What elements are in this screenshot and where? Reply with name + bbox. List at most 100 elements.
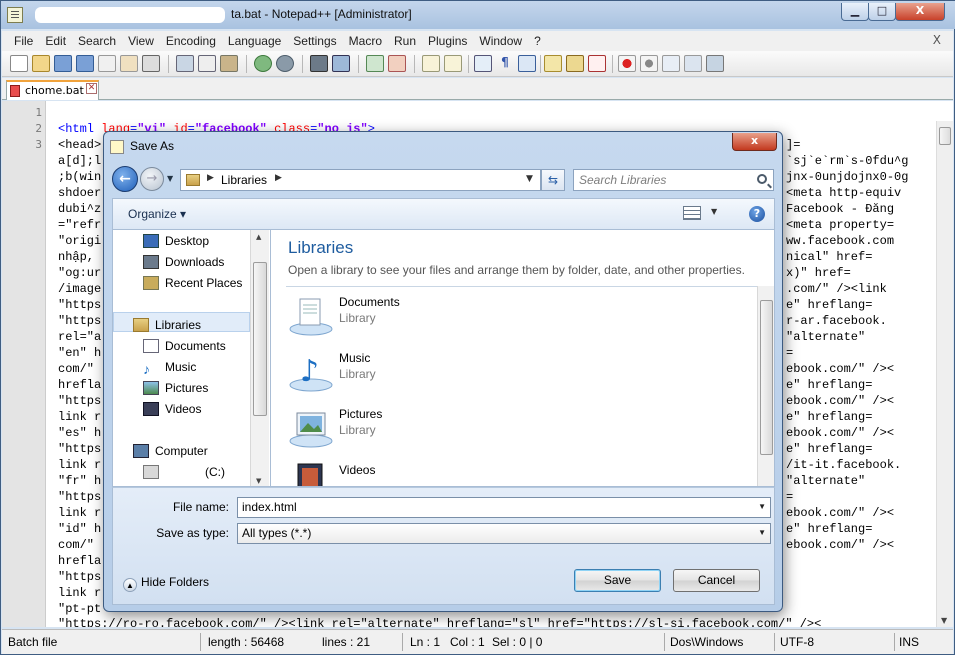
close-document-x[interactable]: X xyxy=(933,33,941,47)
menu-run[interactable]: Run xyxy=(388,34,422,48)
nav-item-drive-c[interactable]: (C:) xyxy=(143,465,225,479)
menu-settings[interactable]: Settings xyxy=(287,34,342,48)
editor-scroll-thumb[interactable] xyxy=(939,127,951,145)
close-icon[interactable] xyxy=(98,55,116,72)
replace-icon[interactable] xyxy=(332,55,350,72)
nav-item-documents[interactable]: Documents xyxy=(143,339,226,353)
open-file-icon[interactable] xyxy=(32,55,50,72)
cut-icon[interactable] xyxy=(176,55,194,72)
tab-chome-bat[interactable]: chome.bat ✕ xyxy=(6,80,99,100)
menu-window[interactable]: Window xyxy=(473,34,528,48)
copy-icon[interactable] xyxy=(198,55,216,72)
chevron-right-icon[interactable]: ▶ xyxy=(207,173,214,183)
address-path[interactable]: Libraries xyxy=(221,173,267,187)
save-button[interactable]: Save xyxy=(574,569,661,592)
library-item-videos[interactable]: Videos xyxy=(286,459,706,486)
indent-guide-icon[interactable] xyxy=(518,55,536,72)
word-wrap-icon[interactable] xyxy=(474,55,492,72)
close-all-icon[interactable] xyxy=(120,55,138,72)
title-bar[interactable]: ta.bat - Notepad++ [Administrator] ▁ □ X xyxy=(1,1,955,29)
nav-item-music[interactable]: ♪ Music xyxy=(143,360,196,376)
paste-icon[interactable] xyxy=(220,55,238,72)
menu-encoding[interactable]: Encoding xyxy=(160,34,222,48)
documents-icon xyxy=(143,339,159,353)
sync-vertical-icon[interactable] xyxy=(422,55,440,72)
tab-close-icon[interactable]: ✕ xyxy=(86,83,97,94)
chevron-down-icon[interactable]: ▼ xyxy=(758,528,766,537)
status-file-type: Batch file xyxy=(8,635,58,649)
nav-item-computer[interactable]: Computer xyxy=(133,444,208,458)
menu-edit[interactable]: Edit xyxy=(39,34,72,48)
save-icon[interactable] xyxy=(54,55,72,72)
scroll-up-icon[interactable]: ▲ xyxy=(256,233,261,241)
forward-arrow-icon[interactable]: → xyxy=(140,167,164,191)
tab-label: chome.bat xyxy=(25,84,84,97)
undo-icon[interactable] xyxy=(254,55,272,72)
find-icon[interactable] xyxy=(310,55,328,72)
play-macro-icon[interactable] xyxy=(662,55,680,72)
save-macro-icon[interactable] xyxy=(706,55,724,72)
nav-item-pictures[interactable]: Pictures xyxy=(143,381,208,395)
nav-item-videos[interactable]: Videos xyxy=(143,402,201,416)
search-icon[interactable] xyxy=(757,174,767,184)
function-list-icon[interactable] xyxy=(588,55,606,72)
nav-scroll-thumb[interactable] xyxy=(253,262,267,416)
hide-folders-button[interactable]: ▲ Hide Folders xyxy=(123,575,209,592)
library-item-music[interactable]: ♪ Music Library xyxy=(286,347,706,397)
menu-view[interactable]: View xyxy=(122,34,160,48)
address-bar[interactable]: ▶ Libraries ▶ ▼ xyxy=(180,169,541,191)
sync-horizontal-icon[interactable] xyxy=(444,55,462,72)
nav-item-recent-places[interactable]: Recent Places xyxy=(143,276,242,290)
file-list-scroll-thumb[interactable] xyxy=(760,300,773,455)
help-icon[interactable]: ? xyxy=(749,206,765,222)
menu-language[interactable]: Language xyxy=(222,34,287,48)
menu-search[interactable]: Search xyxy=(72,34,122,48)
scroll-down-icon[interactable]: ▼ xyxy=(256,477,261,485)
refresh-icon[interactable]: ⇆ xyxy=(541,169,565,191)
library-item-pictures[interactable]: Pictures Library xyxy=(286,403,706,453)
save-as-type-select[interactable]: All types (*.*) ▼ xyxy=(237,523,771,544)
save-all-icon[interactable] xyxy=(76,55,94,72)
menu-plugins[interactable]: Plugins xyxy=(422,34,473,48)
menu-macro[interactable]: Macro xyxy=(343,34,388,48)
file-list-scrollbar[interactable] xyxy=(757,286,774,486)
address-dropdown-icon[interactable]: ▼ xyxy=(526,174,533,184)
close-window-button[interactable]: X xyxy=(895,3,945,21)
nav-scrollbar[interactable]: ▲ ▼ xyxy=(250,230,269,486)
back-arrow-icon[interactable]: ← xyxy=(112,166,138,192)
zoom-in-icon[interactable] xyxy=(366,55,384,72)
nav-item-libraries[interactable]: Libraries xyxy=(133,318,201,332)
show-all-chars-icon[interactable]: ¶ xyxy=(496,55,514,72)
search-input[interactable] xyxy=(579,173,749,187)
record-macro-icon[interactable] xyxy=(618,55,636,72)
chevron-right-icon[interactable]: ▶ xyxy=(275,173,282,183)
maximize-button[interactable]: □ xyxy=(868,3,896,21)
search-box[interactable] xyxy=(573,169,774,191)
zoom-out-icon[interactable] xyxy=(388,55,406,72)
scroll-down-icon[interactable]: ▼ xyxy=(941,616,947,625)
new-file-icon[interactable] xyxy=(10,55,28,72)
dialog-close-button[interactable]: x xyxy=(732,133,777,151)
view-dropdown-icon[interactable]: ▼ xyxy=(711,207,717,216)
library-item-documents[interactable]: Documents Library xyxy=(286,291,706,341)
file-name-field[interactable]: index.html ▼ xyxy=(237,497,771,518)
history-dropdown-icon[interactable]: ▼ xyxy=(167,174,173,183)
organize-button[interactable]: Organize ▾ xyxy=(128,207,186,221)
minimize-button[interactable]: ▁ xyxy=(841,3,869,21)
redo-icon[interactable] xyxy=(276,55,294,72)
cancel-button[interactable]: Cancel xyxy=(673,569,760,592)
change-view-icon[interactable] xyxy=(683,206,701,220)
menu-file[interactable]: File xyxy=(8,34,39,48)
run-macro-multiple-icon[interactable] xyxy=(684,55,702,72)
user-language-icon[interactable] xyxy=(544,55,562,72)
stop-macro-icon[interactable] xyxy=(640,55,658,72)
editor-scrollbar[interactable]: ▼ xyxy=(936,121,953,627)
print-icon[interactable] xyxy=(142,55,160,72)
chevron-down-icon[interactable]: ▼ xyxy=(758,502,766,511)
menu-help[interactable]: ? xyxy=(528,34,547,48)
nav-item-downloads[interactable]: Downloads xyxy=(143,255,224,269)
nav-item-desktop[interactable]: Desktop xyxy=(143,234,209,248)
doc-map-icon[interactable] xyxy=(566,55,584,72)
file-name-value[interactable]: index.html xyxy=(242,500,297,514)
save-as-type-value[interactable]: All types (*.*) xyxy=(242,526,311,540)
